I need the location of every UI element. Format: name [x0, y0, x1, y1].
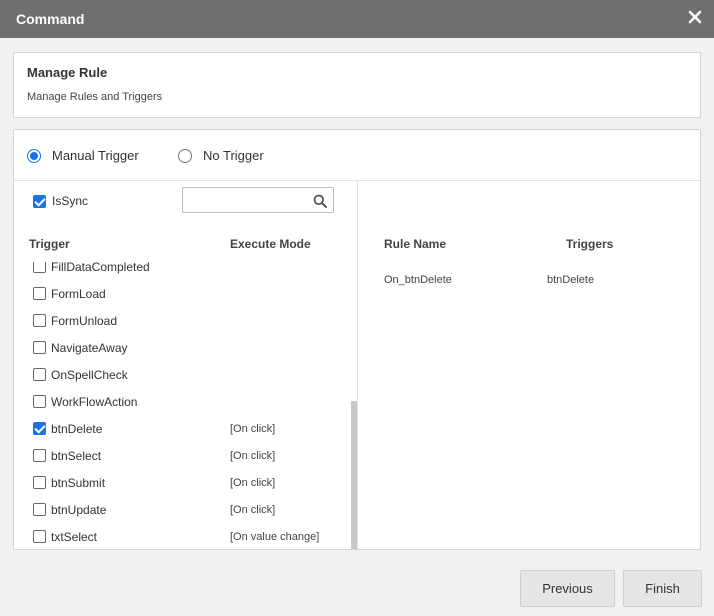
finish-button[interactable]: Finish: [623, 570, 702, 607]
list-item[interactable]: btnDelete [On click]: [14, 416, 354, 443]
list-item[interactable]: btnUpdate [On click]: [14, 497, 354, 524]
rule-name-cell[interactable]: On_btnDelete: [384, 274, 452, 286]
trigger-name: FillDataCompleted: [51, 262, 150, 274]
triggers-column-header: Triggers: [566, 237, 614, 251]
previous-button[interactable]: Previous: [520, 570, 615, 607]
dialog-title: Command: [16, 11, 85, 27]
trigger-checkbox[interactable]: [33, 262, 46, 273]
list-item[interactable]: txtSelect [On value change]: [14, 524, 354, 549]
header-subtitle: Manage Rules and Triggers: [27, 91, 163, 103]
manual-trigger-label: Manual Trigger: [52, 148, 139, 163]
trigger-checkbox[interactable]: [33, 368, 46, 381]
trigger-type-options: Manual Trigger No Trigger: [14, 130, 700, 181]
execute-mode: [On click]: [230, 504, 276, 516]
trigger-checkbox[interactable]: [33, 476, 46, 489]
execute-mode: [On value change]: [230, 531, 320, 543]
rule-triggers-cell[interactable]: btnDelete: [547, 274, 594, 286]
list-item[interactable]: btnSubmit [On click]: [14, 470, 354, 497]
trigger-search-box[interactable]: [182, 187, 334, 213]
scrollbar-thumb[interactable]: [351, 401, 357, 549]
trigger-name: txtSelect: [51, 530, 98, 544]
no-trigger-radio[interactable]: No Trigger: [178, 148, 264, 163]
trigger-checkbox[interactable]: [33, 422, 46, 435]
radio-selected-icon[interactable]: [27, 148, 41, 163]
trigger-name: OnSpellCheck: [51, 368, 128, 382]
list-item[interactable]: OnSpellCheck: [14, 362, 354, 389]
issync-option[interactable]: IsSync: [33, 194, 88, 208]
trigger-checkbox[interactable]: [33, 449, 46, 462]
search-icon[interactable]: [313, 194, 327, 208]
trigger-checkbox[interactable]: [33, 341, 46, 354]
trigger-name: btnDelete: [51, 422, 103, 436]
execute-mode: [On click]: [230, 477, 276, 489]
trigger-checkbox[interactable]: [33, 287, 46, 300]
manage-rule-header: Manage Rule Manage Rules and Triggers: [13, 52, 701, 118]
execute-mode: [On click]: [230, 423, 276, 435]
trigger-list-pane: IsSync Trigger Execute Mode FillDataComp…: [14, 181, 358, 549]
issync-label: IsSync: [52, 194, 89, 208]
trigger-checkbox[interactable]: [33, 530, 46, 543]
issync-checkbox[interactable]: [33, 194, 46, 208]
trigger-name: btnUpdate: [51, 503, 107, 517]
radio-unselected-icon[interactable]: [178, 148, 192, 163]
list-item[interactable]: FormUnload: [14, 308, 354, 335]
trigger-name: FormUnload: [51, 314, 118, 328]
trigger-column-header: Trigger: [29, 237, 70, 251]
header-title: Manage Rule: [27, 65, 108, 80]
execute-mode: [On click]: [230, 450, 276, 462]
trigger-name: btnSubmit: [51, 476, 106, 490]
trigger-list: FillDataCompleted FormLoad FormUnload Na…: [14, 262, 354, 549]
list-item[interactable]: btnSelect [On click]: [14, 443, 354, 470]
no-trigger-label: No Trigger: [203, 148, 264, 163]
rule-panel: Manual Trigger No Trigger IsSync Trigger…: [13, 129, 701, 550]
list-item[interactable]: WorkFlowAction: [14, 389, 354, 416]
trigger-checkbox[interactable]: [33, 314, 46, 327]
rule-name-column-header: Rule Name: [384, 237, 447, 251]
list-item[interactable]: NavigateAway: [14, 335, 354, 362]
trigger-checkbox[interactable]: [33, 395, 46, 408]
dialog-titlebar: Command: [0, 0, 714, 38]
list-item[interactable]: FillDataCompleted: [14, 262, 354, 281]
trigger-name: NavigateAway: [51, 341, 128, 355]
trigger-checkbox[interactable]: [33, 503, 46, 516]
close-icon[interactable]: [688, 10, 702, 24]
trigger-name: FormLoad: [51, 287, 106, 301]
list-item[interactable]: FormLoad: [14, 281, 354, 308]
trigger-name: btnSelect: [51, 449, 102, 463]
execute-mode-column-header: Execute Mode: [230, 237, 311, 251]
trigger-search-input[interactable]: [187, 191, 305, 209]
rule-list-pane: Rule Name Triggers On_btnDelete btnDelet…: [359, 181, 700, 549]
trigger-name: WorkFlowAction: [51, 395, 138, 409]
manual-trigger-radio[interactable]: Manual Trigger: [27, 148, 139, 163]
